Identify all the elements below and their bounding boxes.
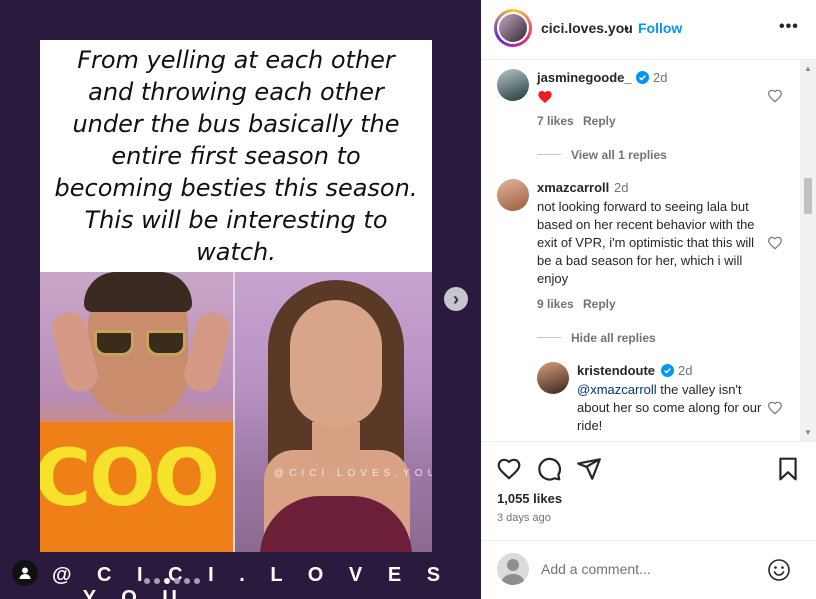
post-media: From yelling at each other and throwing … (0, 0, 481, 599)
save-bookmark-icon[interactable] (775, 456, 801, 482)
comment-likes[interactable]: 9 likes (537, 297, 574, 311)
hide-replies-button[interactable]: Hide all replies (571, 331, 656, 345)
post-actions: 1,055 likes 3 days ago (481, 441, 816, 540)
comment-reply-button[interactable]: Reply (583, 114, 616, 128)
comment-time: 2d (614, 180, 629, 195)
verified-badge-icon (636, 71, 649, 84)
author-avatar[interactable] (494, 9, 532, 47)
share-icon[interactable] (576, 456, 602, 482)
instagram-post-modal: From yelling at each other and throwing … (0, 0, 816, 599)
comment-mention[interactable]: @xmazcarroll (577, 382, 657, 397)
comments-list: jasminegoode_ 2d 7 likes Reply View all … (481, 60, 816, 441)
comment-likes[interactable]: 7 likes (537, 114, 574, 128)
post-sidebar: cici.loves.you • Follow ••• jasminegoode… (481, 0, 816, 599)
verified-badge-icon (661, 364, 674, 377)
comment-avatar[interactable] (497, 179, 529, 211)
header-separator: • (624, 20, 629, 36)
view-replies-button[interactable]: View all 1 replies (571, 148, 667, 162)
comment-username[interactable]: kristendoute (577, 363, 655, 378)
comment-text: @xmazcarroll the valley isn't about her … (577, 382, 762, 433)
carousel-dot (184, 578, 190, 584)
comment-time: 2d (678, 363, 693, 378)
carousel-dot (194, 578, 200, 584)
post-quote-text: From yelling at each other and throwing … (54, 46, 418, 266)
like-comment-heart-icon[interactable] (767, 235, 783, 251)
follow-button[interactable]: Follow (638, 20, 682, 36)
tagged-users-button[interactable] (12, 560, 38, 586)
like-heart-icon[interactable] (496, 456, 522, 482)
like-comment-heart-icon[interactable] (767, 88, 783, 104)
sunglasses (94, 330, 186, 358)
user-icon (19, 567, 31, 579)
scroll-up-icon[interactable]: ▲ (804, 64, 812, 73)
comments-scrollbar[interactable]: ▲ ▼ (800, 60, 816, 441)
comment-avatar[interactable] (537, 362, 569, 394)
heart-emoji-icon (538, 91, 552, 103)
more-options-icon[interactable]: ••• (779, 18, 799, 36)
post-likes-count[interactable]: 1,055 likes (497, 491, 562, 506)
scroll-down-icon[interactable]: ▼ (804, 428, 812, 437)
post-image: From yelling at each other and throwing … (40, 40, 432, 552)
emoji-icon[interactable] (767, 558, 791, 582)
next-slide-button[interactable]: › (444, 287, 468, 311)
comment-text: not looking forward to seeing lala but b… (537, 199, 755, 286)
post-photo: COO @CICI.LOVES.YOU (40, 272, 432, 552)
add-comment-input[interactable] (541, 561, 761, 577)
comment-username[interactable]: xmazcarroll (537, 180, 609, 195)
carousel-dot (154, 578, 160, 584)
comment-icon[interactable] (536, 456, 562, 482)
comment-reply-button[interactable]: Reply (583, 297, 616, 311)
carousel-dot (164, 578, 170, 584)
scroll-thumb[interactable] (804, 178, 812, 214)
like-comment-heart-icon[interactable] (767, 400, 783, 416)
comment-time: 2d (653, 70, 668, 85)
carousel-dot (144, 578, 150, 584)
photo-left-person: COO (40, 272, 234, 552)
chevron-right-icon: › (453, 288, 459, 309)
add-comment-bar (481, 540, 816, 599)
current-user-avatar (497, 553, 529, 585)
post-header: cici.loves.you • Follow ••• (481, 0, 816, 60)
carousel-dots (144, 578, 200, 584)
image-overlay-word: COO (40, 434, 220, 524)
image-watermark: @CICI.LOVES.YOU (274, 468, 432, 479)
comment-avatar[interactable] (497, 69, 529, 101)
carousel-dot (174, 578, 180, 584)
default-avatar-icon (501, 559, 525, 585)
post-date: 3 days ago (497, 512, 551, 524)
bottom-watermark: @ C I C I . L O V E S . Y O U (52, 564, 451, 599)
photo-right-person: @CICI.LOVES.YOU (234, 272, 432, 552)
comment-username[interactable]: jasminegoode_ (537, 70, 632, 85)
author-username[interactable]: cici.loves.you (541, 20, 633, 36)
